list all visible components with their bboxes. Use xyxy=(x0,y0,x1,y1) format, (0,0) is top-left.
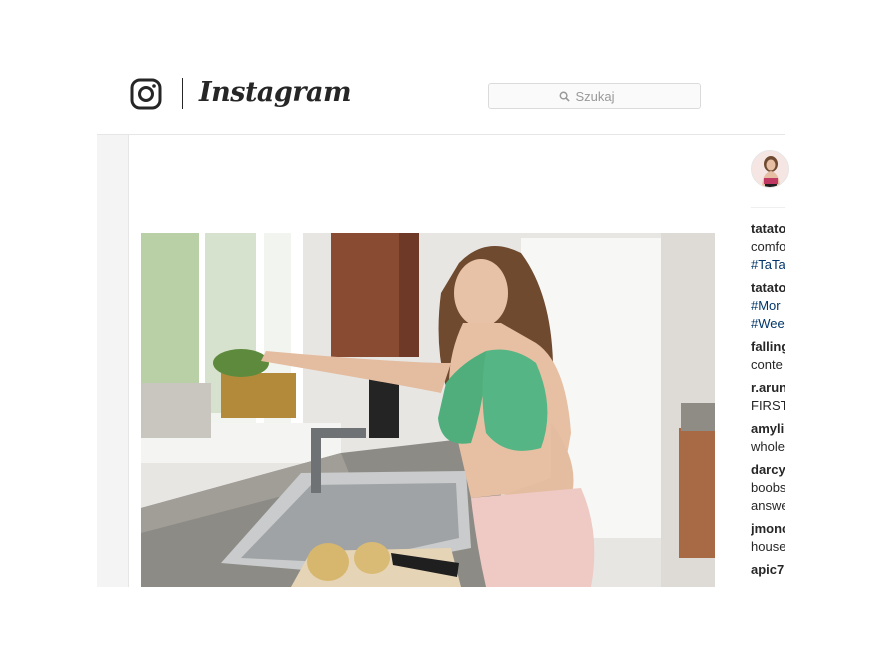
search-input[interactable] xyxy=(575,88,631,104)
instagram-wordmark[interactable]: Instagram xyxy=(199,74,352,112)
left-gutter xyxy=(97,135,128,587)
comment: falling conte xyxy=(751,338,785,374)
hashtag-link[interactable]: #TaTa xyxy=(751,256,785,274)
comment-text: boobs xyxy=(751,480,785,495)
avatar-image xyxy=(752,151,788,187)
comment: r.arun FIRST xyxy=(751,379,785,415)
comment: darcy boobs answe xyxy=(751,461,785,515)
comment: amyli whole xyxy=(751,420,785,456)
search-box[interactable] xyxy=(488,83,701,109)
comment: jmonc house xyxy=(751,520,785,556)
hashtag-link[interactable]: #Mor xyxy=(751,297,785,315)
comments-list: tatato comfo #TaTa tatato #Mor #Wee fall… xyxy=(751,220,785,587)
comment-username[interactable]: tatato xyxy=(751,220,785,238)
comment: apic7 xyxy=(751,561,785,579)
comment-username[interactable]: tatato xyxy=(751,279,785,297)
post-photo xyxy=(141,233,715,587)
comment: tatato #Mor #Wee xyxy=(751,279,785,333)
post-image[interactable] xyxy=(141,233,715,587)
hashtag-link[interactable]: #Wee xyxy=(751,315,785,333)
sidebar-divider xyxy=(751,207,785,208)
avatar[interactable] xyxy=(751,150,789,188)
post-border xyxy=(128,135,129,587)
header-divider xyxy=(97,134,785,135)
top-navbar: Instagram xyxy=(0,0,882,135)
instagram-logo-icon[interactable] xyxy=(130,78,162,110)
comment-username[interactable]: apic7 xyxy=(751,561,785,579)
comment-text: whole xyxy=(751,439,785,454)
comment-username[interactable]: jmonc xyxy=(751,520,785,538)
comment-text: comfo xyxy=(751,239,785,254)
comment-username[interactable]: darcy xyxy=(751,461,785,479)
comment-username[interactable]: falling xyxy=(751,338,785,356)
search-icon xyxy=(559,91,570,102)
comment-text: answe xyxy=(751,498,785,513)
comment-text: FIRST xyxy=(751,398,785,413)
comment-username[interactable]: r.arun xyxy=(751,379,785,397)
logo-divider xyxy=(182,78,183,109)
comment-username[interactable]: amyli xyxy=(751,420,785,438)
comment: tatato comfo #TaTa xyxy=(751,220,785,274)
comment-text: conte xyxy=(751,357,783,372)
comment-text: house xyxy=(751,539,785,554)
